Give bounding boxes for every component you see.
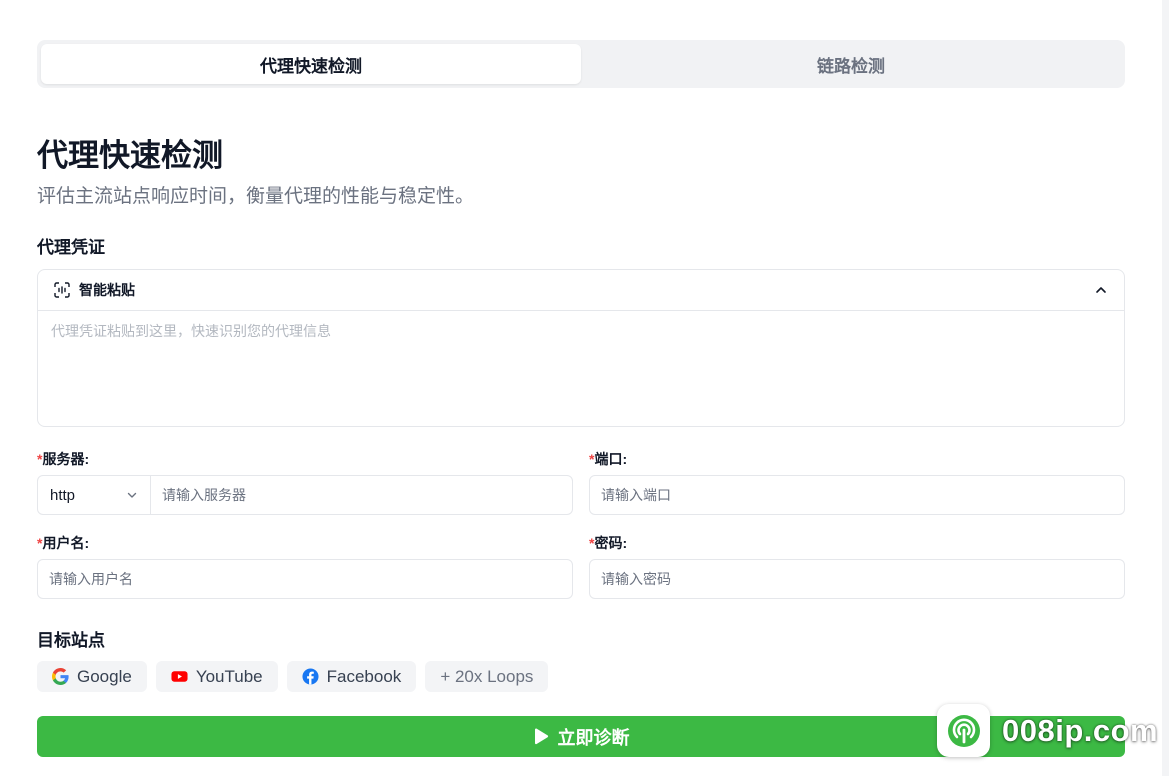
server-input-group: http	[37, 475, 573, 515]
loops-label: + 20x Loops	[440, 666, 534, 686]
password-label-text: 密码:	[594, 535, 628, 551]
google-icon	[52, 668, 69, 685]
watermark: 008ip.com	[937, 704, 1158, 757]
youtube-icon	[171, 671, 188, 682]
site-label: Facebook	[326, 666, 402, 686]
port-label: *端口:	[589, 449, 627, 469]
password-label: *密码:	[589, 533, 627, 553]
site-chip-youtube[interactable]: YouTube	[155, 661, 278, 692]
page-title: 代理快速检测	[37, 138, 223, 173]
smart-paste-panel: 智能粘贴	[37, 269, 1125, 427]
chevron-up-icon[interactable]	[1094, 283, 1108, 297]
smart-paste-label: 智能粘贴	[79, 282, 135, 298]
port-label-text: 端口:	[594, 451, 628, 467]
page-subtitle: 评估主流站点响应时间，衡量代理的性能与稳定性。	[37, 186, 475, 207]
site-label: Google	[77, 666, 132, 686]
targets-section-label: 目标站点	[37, 631, 105, 650]
server-input[interactable]	[151, 476, 572, 514]
credentials-paste-textarea[interactable]	[38, 311, 1124, 426]
site-chip-google[interactable]: Google	[37, 661, 147, 692]
loops-chip[interactable]: + 20x Loops	[425, 661, 549, 692]
chevron-down-icon	[127, 492, 137, 498]
password-input-box	[589, 559, 1125, 599]
facebook-icon	[302, 668, 319, 685]
username-label: *用户名:	[37, 533, 89, 553]
target-sites: Google YouTube Facebook + 20x Loops	[37, 661, 549, 692]
credentials-section-label: 代理凭证	[37, 238, 105, 257]
tab-bar: 代理快速检测 链路检测	[37, 40, 1125, 88]
site-label: YouTube	[195, 666, 263, 686]
diagnose-button-label: 立即诊断	[557, 727, 630, 748]
server-label: *服务器:	[37, 449, 89, 469]
watermark-logo	[937, 704, 990, 757]
port-input-box	[589, 475, 1125, 515]
username-input[interactable]	[38, 560, 572, 598]
signal-icon	[947, 714, 980, 747]
tab-quick-check[interactable]: 代理快速检测	[41, 44, 581, 84]
site-chip-facebook[interactable]: Facebook	[286, 661, 417, 692]
username-input-box	[37, 559, 573, 599]
server-label-text: 服务器:	[42, 451, 90, 467]
protocol-value: http	[50, 486, 76, 504]
protocol-select[interactable]: http	[38, 476, 151, 514]
port-input[interactable]	[590, 476, 1124, 514]
smart-paste-header[interactable]: 智能粘贴	[38, 270, 1124, 311]
password-input[interactable]	[590, 560, 1124, 598]
main-card: 代理快速检测 链路检测 代理快速检测 评估主流站点响应时间，衡量代理的性能与稳定…	[0, 0, 1162, 776]
play-icon	[534, 727, 548, 744]
tab-link-check[interactable]: 链路检测	[581, 44, 1121, 84]
username-label-text: 用户名:	[42, 535, 90, 551]
watermark-text: 008ip.com	[1002, 712, 1159, 748]
scan-icon	[54, 282, 70, 298]
